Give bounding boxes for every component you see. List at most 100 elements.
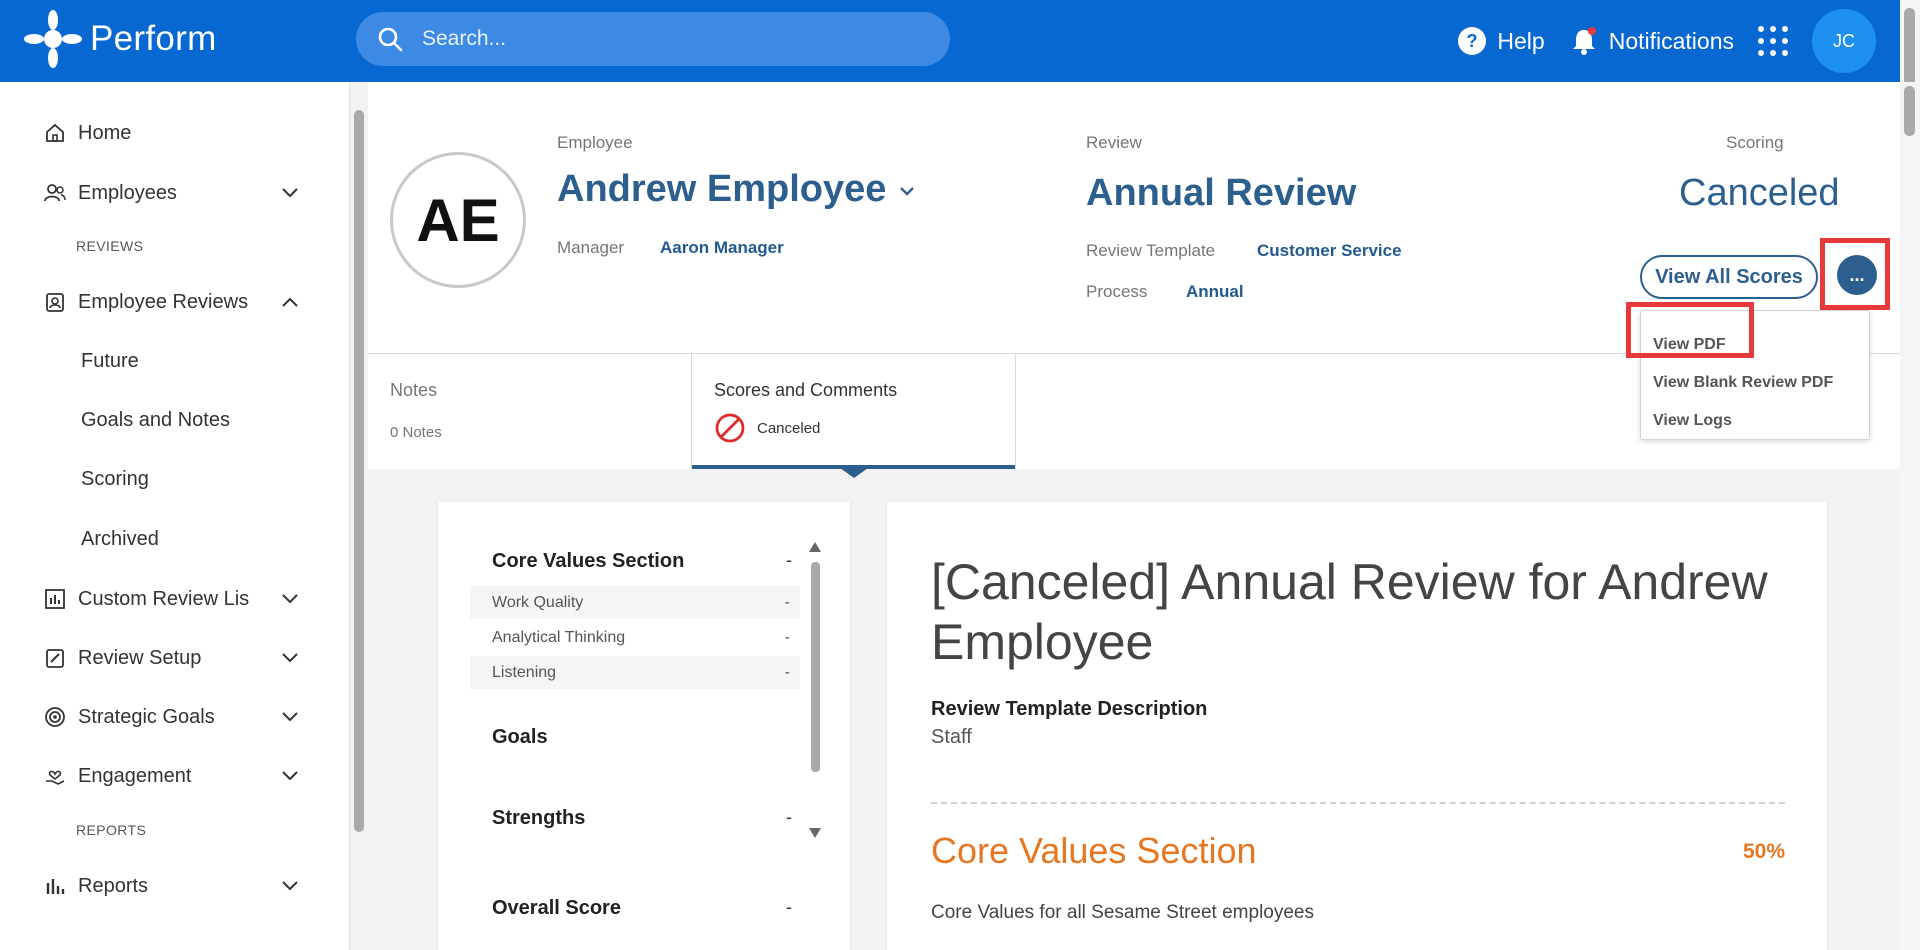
employee-avatar: AE [390, 152, 526, 288]
tab-notes-title: Notes [390, 380, 438, 400]
chevron-down-icon [282, 594, 298, 604]
tab-scores-title: Scores and Comments [714, 380, 898, 400]
scroll-down-arrow-icon[interactable] [808, 826, 822, 840]
nav-row-analytical-thinking[interactable]: Analytical Thinking - [470, 621, 800, 654]
nav-row-work-quality[interactable]: Work Quality - [470, 586, 800, 619]
nav-goals[interactable]: Goals [492, 726, 548, 749]
nav-strengths-score: - [786, 807, 792, 827]
notifications-label: Notifications [1608, 27, 1734, 54]
nav-overall-score-value: - [786, 897, 792, 917]
review-label: Review [1086, 133, 1142, 152]
sidebar-subitem-archived[interactable]: Archived [81, 528, 159, 551]
tab-notes[interactable]: Notes 0 Notes [368, 354, 690, 469]
menu-item-view-logs[interactable]: View Logs [1653, 412, 1732, 430]
sidebar-label-employee-reviews: Employee Reviews [78, 290, 249, 313]
sidebar-subitem-future[interactable]: Future [81, 350, 139, 373]
page-scroll-thumb[interactable] [1904, 86, 1915, 136]
more-options-highlight: ... [1820, 238, 1890, 310]
sidebar-item-review-setup[interactable]: Review Setup [44, 638, 300, 678]
home-icon [46, 123, 64, 142]
search-input[interactable] [422, 27, 902, 51]
help-icon: ? [1458, 27, 1487, 55]
nav-strengths[interactable]: Strengths [492, 807, 585, 830]
nav-row-listening[interactable]: Listening - [470, 656, 800, 689]
sidebar-label-strategic-goals: Strategic Goals [78, 705, 215, 728]
sidebar-label-reports: Reports [78, 874, 149, 897]
sidebar-item-employees[interactable]: Employees [44, 173, 300, 213]
canceled-icon [715, 413, 745, 443]
sidebar-item-strategic-goals[interactable]: Strategic Goals [44, 697, 300, 737]
employee-label: Employee [557, 133, 633, 152]
sidebar-label-custom-review-lists: Custom Review Lis [78, 587, 250, 610]
page-scrollbar-top[interactable] [1900, 0, 1920, 134]
sidebar-item-home[interactable]: Home [44, 113, 300, 153]
sidebar-scrollbar[interactable] [350, 82, 368, 950]
core-values-section-description: Core Values for all Sesame Street employ… [931, 902, 1314, 923]
review-template-label: Review Template [1086, 241, 1216, 260]
svg-text:?: ? [1467, 31, 1478, 51]
manager-name-link[interactable]: Aaron Manager [660, 238, 784, 258]
sidebar-subitem-scoring[interactable]: Scoring [81, 468, 149, 491]
section-nav-panel: Core Values Section - Work Quality - Ana… [438, 502, 850, 950]
search-icon [378, 27, 403, 52]
chevron-down-icon [282, 653, 298, 663]
chevron-down-icon [282, 881, 298, 891]
scoring-status: Canceled [1679, 172, 1840, 214]
template-description-label: Review Template Description [931, 698, 1208, 720]
template-description-value: Staff [931, 726, 972, 748]
top-bar: Perform ? Help Notifications JC [0, 0, 1920, 82]
nav-row-score: - [784, 593, 790, 611]
sidebar-label-engagement: Engagement [78, 764, 192, 787]
sidebar-label-employees: Employees [78, 181, 177, 204]
view-pdf-highlight [1626, 302, 1754, 358]
nav-row-label: Work Quality [492, 593, 584, 611]
chevron-down-icon [900, 187, 914, 196]
nav-scroll-thumb[interactable] [811, 562, 820, 772]
process-label: Process [1086, 282, 1148, 301]
hand-heart-icon [46, 770, 65, 785]
sidebar-item-custom-review-lists[interactable]: Custom Review Lis [44, 579, 300, 619]
sidebar-scroll-thumb[interactable] [354, 110, 364, 832]
app-grid-icon[interactable] [1758, 26, 1788, 56]
main-content: AE Employee Andrew Employee Manager Aaro… [368, 82, 1900, 950]
employee-name: Andrew Employee [557, 168, 887, 210]
nav-overall-score[interactable]: Overall Score [492, 897, 621, 920]
core-values-section-title: Core Values Section [931, 830, 1257, 871]
nav-core-values[interactable]: Core Values Section [492, 550, 684, 573]
sidebar-heading-reports: REPORTS [76, 822, 147, 838]
review-document-panel: [Canceled] Annual Review for Andrew Empl… [887, 502, 1827, 950]
review-badge-icon [46, 293, 64, 312]
sidebar-item-employee-reviews[interactable]: Employee Reviews [44, 282, 300, 322]
process-link[interactable]: Annual [1186, 282, 1244, 302]
notifications-link[interactable]: Notifications [1569, 26, 1734, 56]
tab-notes-count: 0 Notes [390, 424, 442, 441]
view-all-scores-button[interactable]: View All Scores [1640, 255, 1818, 299]
app-name: Perform [90, 19, 217, 58]
sidebar-heading-reviews: REVIEWS [76, 238, 144, 254]
more-options-button[interactable]: ... [1837, 255, 1877, 295]
tab-scores-and-comments[interactable]: Scores and Comments Canceled [691, 354, 1016, 469]
search-bar[interactable] [356, 12, 950, 66]
sidebar-item-reports[interactable]: Reports [44, 866, 300, 906]
target-icon [45, 707, 65, 727]
sidebar-item-engagement[interactable]: Engagement [44, 756, 300, 796]
nav-panel-scrollbar[interactable] [808, 540, 822, 840]
bell-icon [1572, 27, 1596, 55]
help-link[interactable]: ? Help [1457, 26, 1545, 56]
sidebar: Home Employees REVIEWS Employee Reviews … [0, 82, 350, 950]
sidebar-label-review-setup: Review Setup [78, 646, 202, 669]
user-avatar[interactable]: JC [1812, 9, 1876, 73]
nav-core-values-score: - [786, 550, 792, 570]
menu-item-view-blank-review-pdf[interactable]: View Blank Review PDF [1653, 374, 1833, 392]
sidebar-subitem-goals-and-notes[interactable]: Goals and Notes [81, 409, 230, 432]
page-scrollbar[interactable] [1900, 82, 1920, 950]
app-logo[interactable]: Perform [22, 8, 217, 70]
review-template-link[interactable]: Customer Service [1257, 241, 1402, 261]
tab-scores-status-label: Canceled [757, 419, 821, 437]
sidebar-label-home: Home [78, 121, 132, 144]
nav-row-score: - [784, 628, 790, 646]
core-values-section-percent: 50% [1742, 840, 1785, 863]
active-tab-pointer [840, 468, 868, 478]
scroll-up-arrow-icon[interactable] [808, 540, 822, 554]
employee-name-wrap[interactable]: Andrew Employee [557, 168, 917, 211]
